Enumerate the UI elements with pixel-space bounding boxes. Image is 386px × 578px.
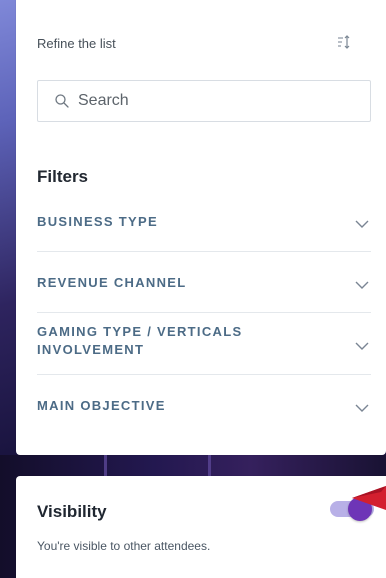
filter-list: BUSINESS TYPE REVENUE CHANNEL GAMING TYP… [37, 191, 371, 439]
filter-business-type[interactable]: BUSINESS TYPE [37, 191, 371, 252]
filter-main-objective[interactable]: MAIN OBJECTIVE [37, 375, 371, 439]
chevron-down-icon[interactable] [355, 400, 369, 412]
red-pointer-icon [350, 480, 386, 514]
refine-panel: Refine the list Filters BUSINESS TYPE [16, 0, 386, 455]
chevron-down-icon[interactable] [355, 277, 369, 289]
sort-icon[interactable] [337, 34, 351, 50]
chevron-down-icon-svg [355, 342, 369, 350]
visibility-title: Visibility [37, 502, 107, 521]
red-pointer-icon-svg [352, 486, 386, 510]
sort-icon-svg [338, 35, 350, 49]
filter-label: BUSINESS TYPE [37, 214, 158, 229]
chevron-down-icon-svg [355, 220, 369, 228]
search-icon-svg [55, 94, 69, 108]
visibility-panel: Visibility You're visible to other atten… [16, 476, 386, 578]
chevron-down-icon[interactable] [355, 338, 369, 350]
chevron-down-icon-svg [355, 404, 369, 412]
refine-title: Refine the list [37, 36, 116, 51]
filter-label: REVENUE CHANNEL [37, 275, 187, 290]
search-icon [54, 93, 70, 109]
chevron-down-icon-svg [355, 281, 369, 289]
search-box[interactable] [37, 80, 371, 122]
visibility-description: You're visible to other attendees. [37, 539, 211, 553]
filter-label: MAIN OBJECTIVE [37, 398, 166, 413]
chevron-down-icon[interactable] [355, 216, 369, 228]
filter-gaming-type-verticals[interactable]: GAMING TYPE / VERTICALS INVOLVEMENT [37, 313, 371, 375]
filters-title: Filters [37, 167, 89, 186]
filter-label: GAMING TYPE / VERTICALS INVOLVEMENT [37, 324, 243, 357]
search-input[interactable] [78, 88, 348, 114]
filter-revenue-channel[interactable]: REVENUE CHANNEL [37, 252, 371, 313]
